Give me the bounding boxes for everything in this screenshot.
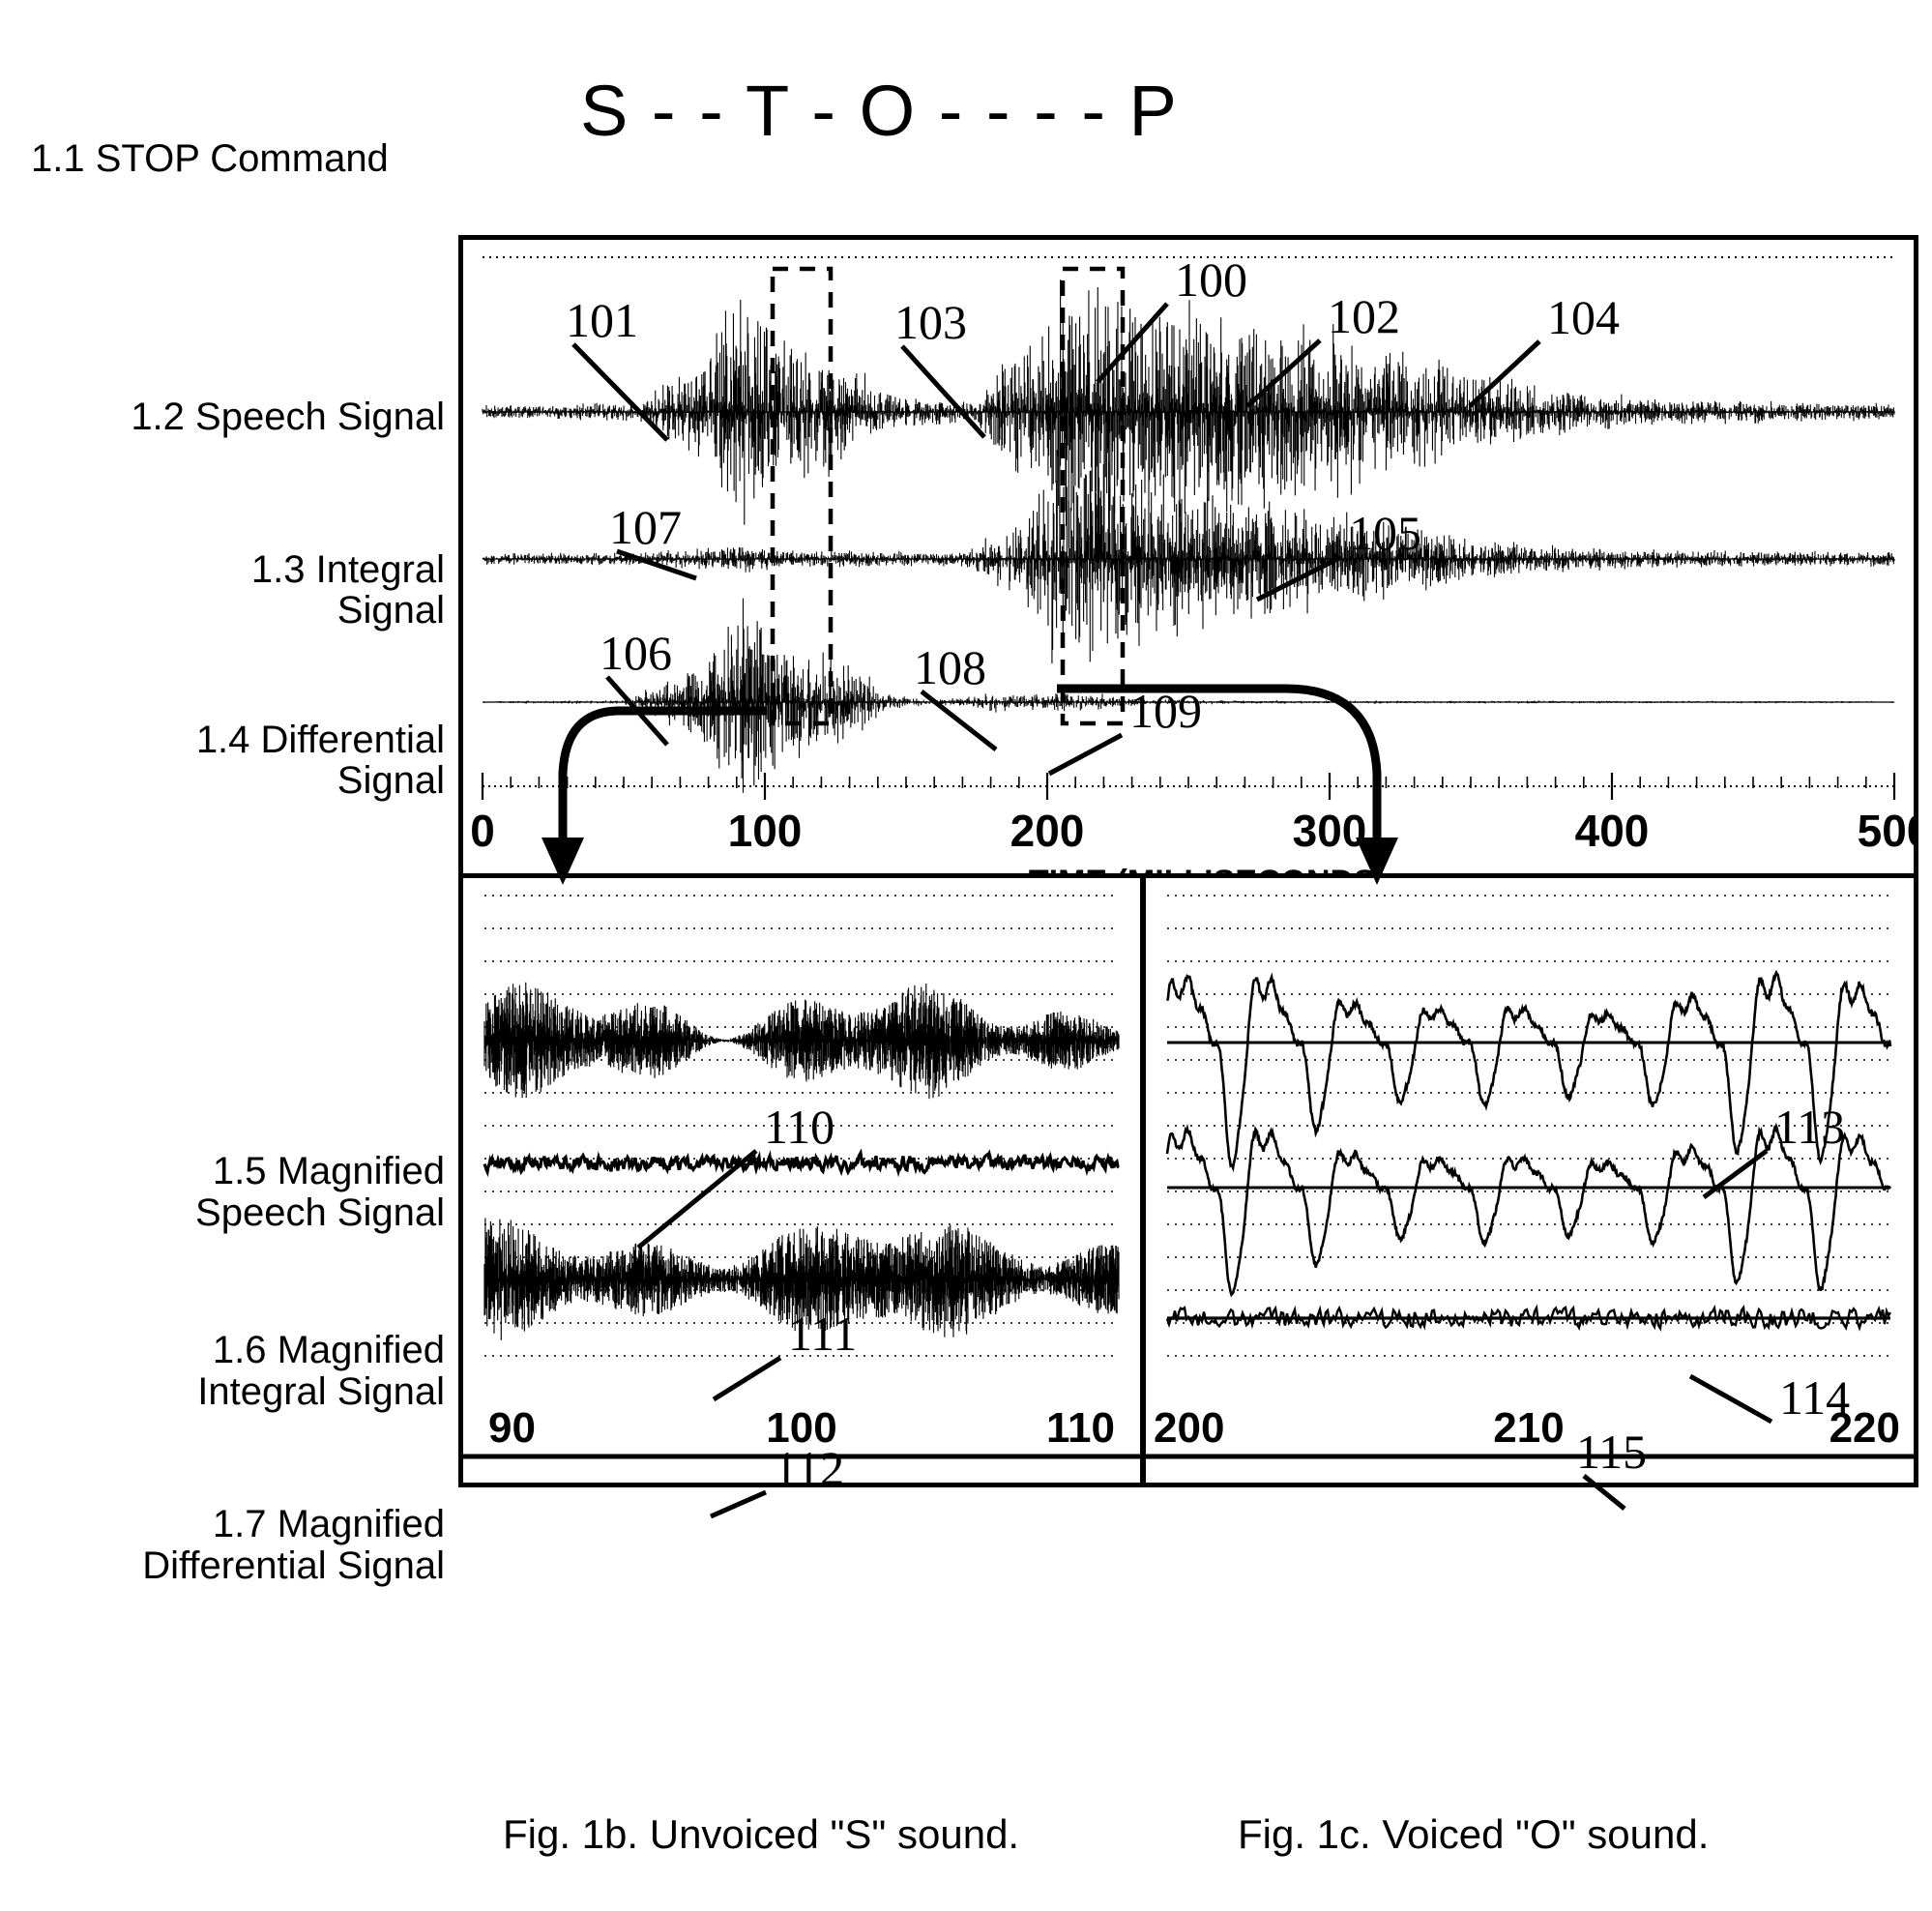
figure-1c-plot: 200 210 220 xyxy=(1146,895,1914,1459)
figure-1b-axis-tick-label: 100 xyxy=(766,1404,836,1452)
figure-1b-axis-tick-label: 110 xyxy=(1046,1404,1115,1452)
main-waveform-panel: 0 100 200 300 400 500 TIME (MILLISECONDS) xyxy=(458,235,1918,878)
figure-1c-axis-tick-label: 200 xyxy=(1154,1404,1224,1452)
magnified-differential-trace xyxy=(483,1218,1120,1340)
time-axis-tick-label: 200 xyxy=(1010,806,1085,856)
figure-1c-panel: 200 210 220 xyxy=(1141,873,1918,1487)
speech-signal-trace xyxy=(482,279,1895,548)
stop-command-label: 1.1 STOP Command xyxy=(31,137,389,180)
differential-signal-trace xyxy=(482,598,1895,793)
figure-1b-plot: 90 100 110 xyxy=(463,895,1140,1459)
main-waveform-plot: 0 100 200 300 400 500 TIME (MILLISECONDS) xyxy=(470,256,1914,873)
time-axis-title: TIME (MILLISECONDS) xyxy=(1029,864,1387,873)
callout-leader-line-112 xyxy=(709,1489,768,1519)
magnified-integral-trace xyxy=(1165,1122,1892,1298)
figure-1b-caption: Fig. 1b. Unvoiced "S" sound. xyxy=(503,1811,1020,1857)
time-axis-tick-label: 300 xyxy=(1293,806,1367,856)
row-label-differential-signal: 1.4 Differential Signal xyxy=(195,719,445,803)
row-label-speech-signal: 1.2 Speech Signal xyxy=(131,396,445,438)
magnified-speech-trace xyxy=(1165,969,1892,1173)
row-label-magnified-differential-signal: 1.7 Magnified Differential Signal xyxy=(142,1503,445,1588)
time-axis-tick-label: 400 xyxy=(1575,806,1650,856)
highlight-box-s-sound xyxy=(770,266,834,726)
magnified-speech-trace xyxy=(483,982,1120,1100)
row-label-magnified-integral-signal: 1.6 Magnified Integral Signal xyxy=(197,1329,445,1414)
time-axis-tick-label: 500 xyxy=(1858,806,1914,856)
figure-1c-axis-tick-label: 220 xyxy=(1830,1404,1900,1452)
time-axis-tick-label: 0 xyxy=(470,806,495,856)
figure-1c-axis-tick-label: 210 xyxy=(1493,1404,1564,1452)
integral-signal-trace xyxy=(482,450,1895,664)
figure-1b-panel: 90 100 110 xyxy=(458,873,1145,1487)
row-label-integral-signal: 1.3 Integral Signal xyxy=(250,548,445,632)
figure-1b-axis-tick-label: 90 xyxy=(488,1404,536,1452)
row-label-magnified-speech-signal: 1.5 Magnified Speech Signal xyxy=(195,1150,445,1235)
figure-1c-caption: Fig. 1c. Voiced "O" sound. xyxy=(1238,1811,1710,1857)
phoneme-title: S - - T - O - - - - P xyxy=(580,71,1179,151)
magnified-integral-trace xyxy=(483,1148,1120,1178)
time-axis-tick-label: 100 xyxy=(728,806,803,856)
